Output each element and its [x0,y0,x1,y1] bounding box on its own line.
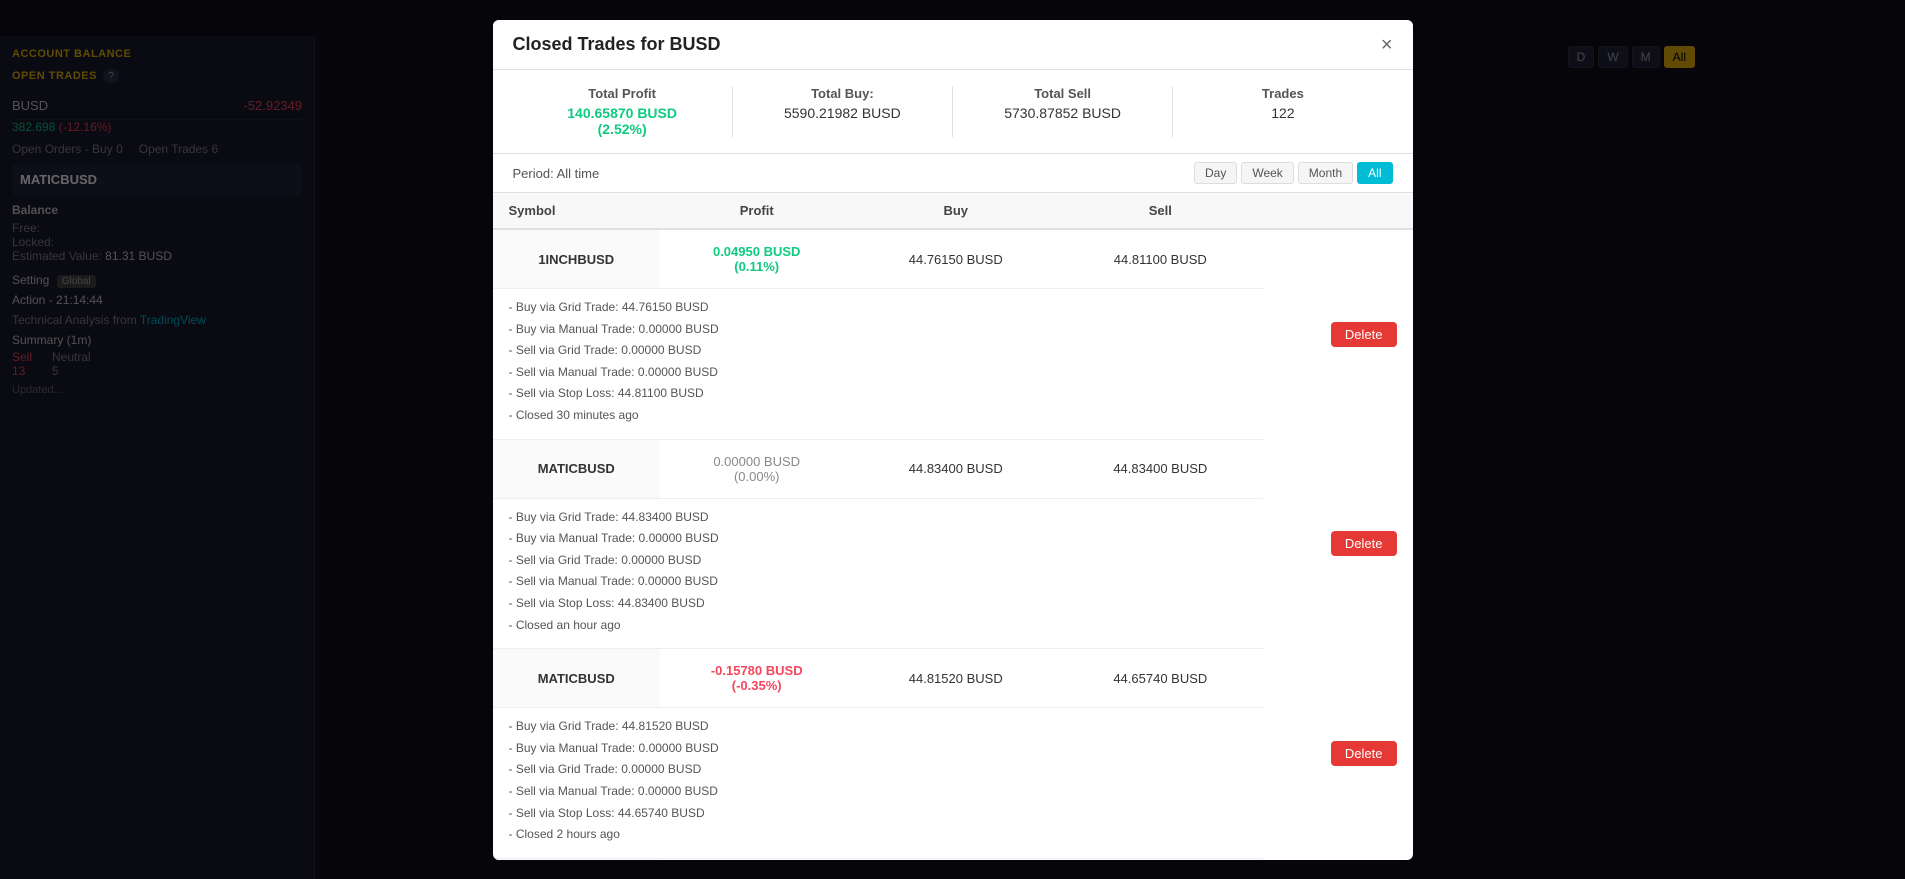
total-sell-value: 5730.87852 BUSD [953,105,1172,121]
trade-profit: 0.04950 BUSD(0.11%) [660,229,853,289]
trade-delete-cell: Delete [1263,858,1413,860]
trade-delete-cell: Delete [1263,649,1413,859]
col-buy: Buy [853,193,1058,229]
period-filters: Day Week Month All [1194,162,1393,184]
trade-details: - Buy via Grid Trade: 44.76150 BUSD- Buy… [493,289,1263,440]
period-filter-row: Period: All time Day Week Month All [493,154,1413,193]
trade-symbol: MATICBUSD [493,858,660,860]
total-profit-item: Total Profit 140.65870 BUSD (2.52%) [513,86,733,137]
modal-body: Symbol Profit Buy Sell 1INCHBUSD 0.04950… [493,193,1413,860]
trade-buy: 44.81520 BUSD [853,649,1058,708]
col-profit: Profit [660,193,853,229]
trade-symbol: MATICBUSD [493,439,660,498]
trade-row: MATICBUSD 0.00000 BUSD(0.00%) 44.83400 B… [493,439,1413,498]
total-buy-label: Total Buy: [733,86,952,101]
trade-details: - Buy via Grid Trade: 44.83400 BUSD- Buy… [493,498,1263,649]
trades-label: Trades [1173,86,1392,101]
trade-symbol: 1INCHBUSD [493,229,660,289]
delete-button[interactable]: Delete [1331,531,1397,556]
trade-sell: 44.83400 BUSD [1058,439,1263,498]
trade-details: - Buy via Grid Trade: 44.81520 BUSD- Buy… [493,708,1263,859]
filter-all[interactable]: All [1357,162,1392,184]
filter-day[interactable]: Day [1194,162,1237,184]
trade-profit: -0.15780 BUSD(-0.35%) [660,649,853,708]
closed-trades-modal: Closed Trades for BUSD × Total Profit 14… [493,20,1413,860]
trade-profit: 11.18920 BUSD(8.30%) [660,858,853,860]
col-sell: Sell [1058,193,1263,229]
trade-row: MATICBUSD 11.18920 BUSD(8.30%) 134.73080… [493,858,1413,860]
total-sell-label: Total Sell [953,86,1172,101]
trade-profit: 0.00000 BUSD(0.00%) [660,439,853,498]
modal-summary: Total Profit 140.65870 BUSD (2.52%) Tota… [493,70,1413,154]
trades-count: 122 [1173,105,1392,121]
modal-header: Closed Trades for BUSD × [493,20,1413,70]
trade-row: 1INCHBUSD 0.04950 BUSD(0.11%) 44.76150 B… [493,229,1413,289]
modal-title: Closed Trades for BUSD [513,34,721,55]
total-sell-item: Total Sell 5730.87852 BUSD [953,86,1173,137]
trade-delete-cell: Delete [1263,229,1413,439]
delete-button[interactable]: Delete [1331,322,1397,347]
total-buy-value: 5590.21982 BUSD [733,105,952,121]
modal-overlay: Closed Trades for BUSD × Total Profit 14… [0,0,1905,879]
trades-item: Trades 122 [1173,86,1392,137]
trade-delete-cell: Delete [1263,439,1413,649]
trade-buy: 44.76150 BUSD [853,229,1058,289]
trade-buy: 44.83400 BUSD [853,439,1058,498]
total-profit-value: 140.65870 BUSD (2.52%) [513,105,732,137]
col-symbol: Symbol [493,193,660,229]
trades-table: Symbol Profit Buy Sell 1INCHBUSD 0.04950… [493,193,1413,860]
period-text: Period: All time [513,166,600,181]
total-profit-label: Total Profit [513,86,732,101]
col-action [1263,193,1413,229]
filter-month[interactable]: Month [1298,162,1353,184]
trade-symbol: MATICBUSD [493,649,660,708]
filter-week[interactable]: Week [1241,162,1293,184]
delete-button[interactable]: Delete [1331,741,1397,766]
trade-row: MATICBUSD -0.15780 BUSD(-0.35%) 44.81520… [493,649,1413,708]
trade-buy: 134.73080 BUSD [853,858,1058,860]
trade-sell: 44.65740 BUSD [1058,649,1263,708]
modal-close-button[interactable]: × [1381,35,1393,55]
total-buy-item: Total Buy: 5590.21982 BUSD [733,86,953,137]
trade-sell: 44.81100 BUSD [1058,229,1263,289]
trade-sell: 145.92000 BUSD [1058,858,1263,860]
